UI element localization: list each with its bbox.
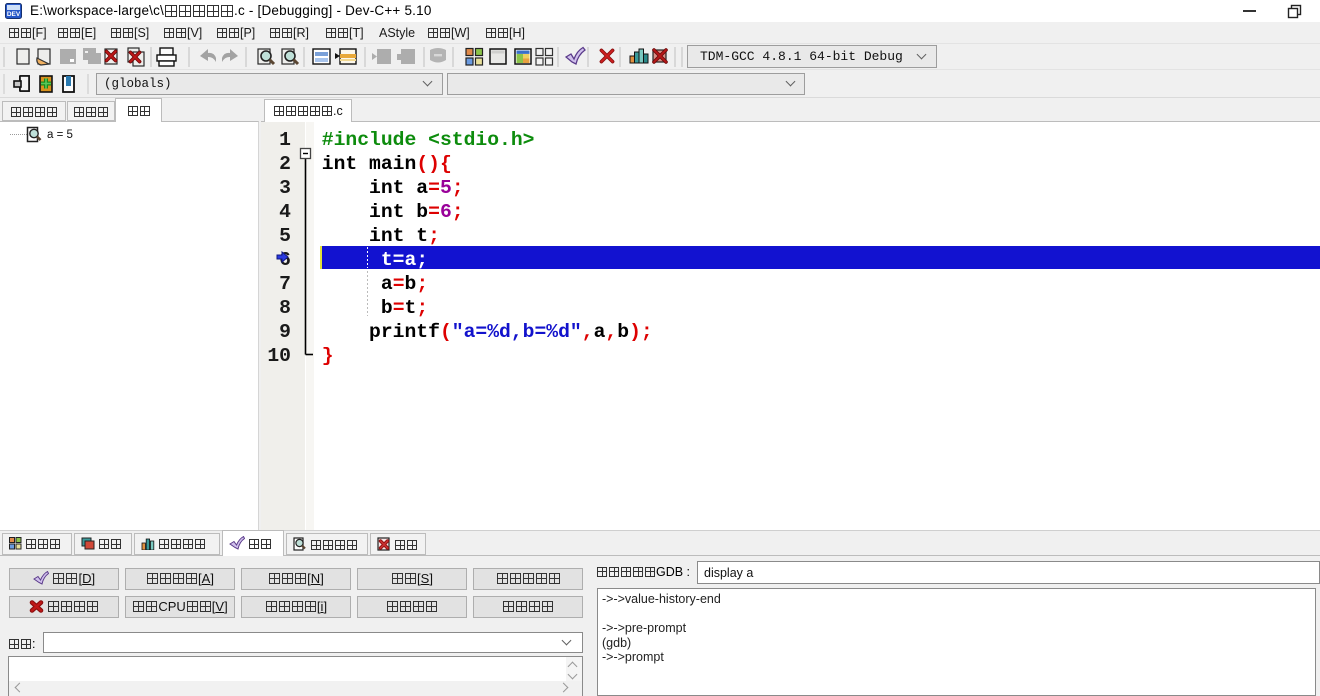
svg-text:DEV: DEV xyxy=(7,11,21,18)
